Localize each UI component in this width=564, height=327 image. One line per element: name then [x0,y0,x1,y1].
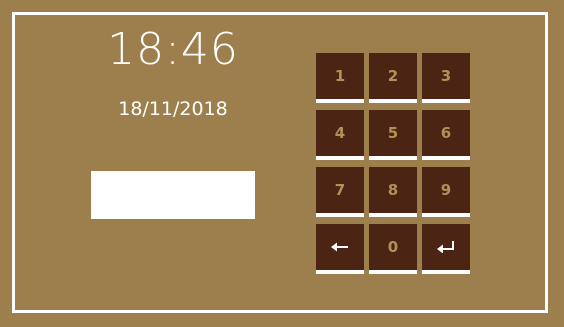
safe-lock-screen: 18:46 18/11/2018 1 2 3 4 5 6 7 8 9 0 [0,0,564,327]
clock-date: 18/11/2018 [118,98,228,120]
key-label: 7 [334,181,346,199]
clock-time: 18:46 [107,24,239,75]
key-7-button[interactable]: 7 [316,167,364,217]
key-label: 2 [387,67,399,85]
code-entry-field[interactable] [91,171,255,219]
key-label: 8 [387,181,399,199]
key-label: 1 [334,67,346,85]
key-0-button[interactable]: 0 [369,224,417,274]
key-label: 3 [440,67,452,85]
key-label: 5 [387,124,399,142]
key-label: 6 [440,124,452,142]
key-2-button[interactable]: 2 [369,53,417,103]
key-6-button[interactable]: 6 [422,110,470,160]
backspace-arrow-icon [331,242,349,252]
key-3-button[interactable]: 3 [422,53,470,103]
backspace-button[interactable] [316,224,364,274]
numeric-keypad: 1 2 3 4 5 6 7 8 9 0 [316,53,472,275]
key-1-button[interactable]: 1 [316,53,364,103]
key-9-button[interactable]: 9 [422,167,470,217]
key-4-button[interactable]: 4 [316,110,364,160]
key-label: 4 [334,124,346,142]
key-5-button[interactable]: 5 [369,110,417,160]
key-label: 0 [387,238,399,256]
key-label: 9 [440,181,452,199]
key-8-button[interactable]: 8 [369,167,417,217]
enter-return-icon [437,241,455,253]
enter-button[interactable] [422,224,470,274]
